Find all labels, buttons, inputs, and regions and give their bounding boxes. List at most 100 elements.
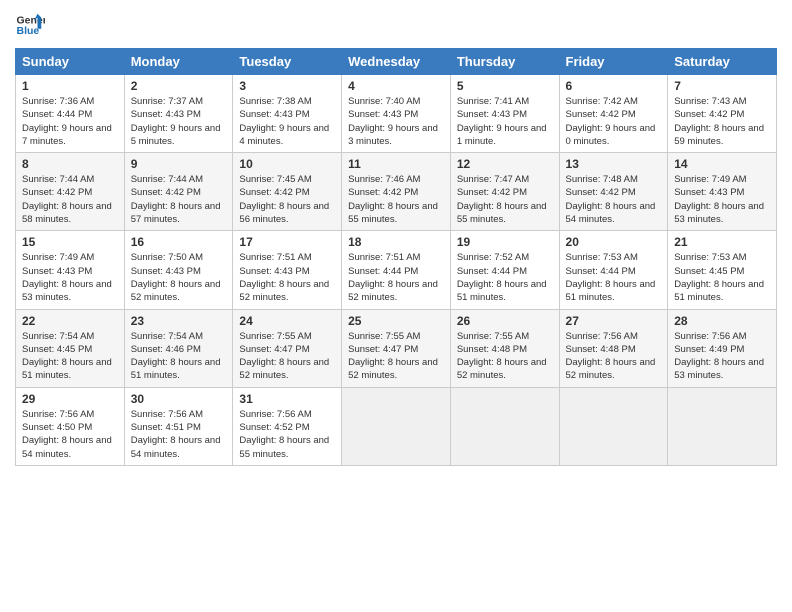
day-info: Sunrise: 7:43 AM Sunset: 4:42 PM Dayligh… bbox=[674, 95, 770, 148]
header: General Blue bbox=[15, 10, 777, 40]
col-header-sunday: Sunday bbox=[16, 49, 125, 75]
col-header-tuesday: Tuesday bbox=[233, 49, 342, 75]
calendar-cell bbox=[668, 387, 777, 465]
day-info: Sunrise: 7:55 AM Sunset: 4:48 PM Dayligh… bbox=[457, 330, 553, 383]
day-number: 10 bbox=[239, 157, 335, 171]
calendar-header-row: SundayMondayTuesdayWednesdayThursdayFrid… bbox=[16, 49, 777, 75]
calendar-cell: 14 Sunrise: 7:49 AM Sunset: 4:43 PM Dayli… bbox=[668, 153, 777, 231]
calendar-week-row: 15Sunrise: 7:49 AM Sunset: 4:43 PM Dayli… bbox=[16, 231, 777, 309]
calendar-cell: 5 Sunrise: 7:41 AM Sunset: 4:43 PM Daylig… bbox=[450, 75, 559, 153]
day-number: 19 bbox=[457, 235, 553, 249]
calendar-cell bbox=[450, 387, 559, 465]
day-number: 22 bbox=[22, 314, 118, 328]
day-number: 21 bbox=[674, 235, 770, 249]
calendar-cell: 21 Sunrise: 7:53 AM Sunset: 4:45 PM Dayli… bbox=[668, 231, 777, 309]
day-number: 11 bbox=[348, 157, 444, 171]
day-number: 4 bbox=[348, 79, 444, 93]
day-info: Sunrise: 7:55 AM Sunset: 4:47 PM Dayligh… bbox=[239, 330, 335, 383]
day-number: 24 bbox=[239, 314, 335, 328]
calendar-cell: 4Sunrise: 7:40 AM Sunset: 4:43 PM Daylig… bbox=[342, 75, 451, 153]
day-info: Sunrise: 7:56 AM Sunset: 4:51 PM Dayligh… bbox=[131, 408, 227, 461]
day-number: 30 bbox=[131, 392, 227, 406]
col-header-friday: Friday bbox=[559, 49, 668, 75]
day-info: Sunrise: 7:45 AM Sunset: 4:42 PM Dayligh… bbox=[239, 173, 335, 226]
calendar-cell: 24 Sunrise: 7:55 AM Sunset: 4:47 PM Dayli… bbox=[233, 309, 342, 387]
day-info: Sunrise: 7:56 AM Sunset: 4:52 PM Dayligh… bbox=[239, 408, 335, 461]
day-info: Sunrise: 7:56 AM Sunset: 4:49 PM Dayligh… bbox=[674, 330, 770, 383]
day-number: 7 bbox=[674, 79, 770, 93]
day-number: 14 bbox=[674, 157, 770, 171]
day-info: Sunrise: 7:37 AM Sunset: 4:43 PM Dayligh… bbox=[131, 95, 227, 148]
day-number: 26 bbox=[457, 314, 553, 328]
day-number: 1 bbox=[22, 79, 118, 93]
calendar-cell bbox=[559, 387, 668, 465]
day-info: Sunrise: 7:56 AM Sunset: 4:50 PM Dayligh… bbox=[22, 408, 118, 461]
calendar-cell: 27 Sunrise: 7:56 AM Sunset: 4:48 PM Dayli… bbox=[559, 309, 668, 387]
calendar-week-row: 22 Sunrise: 7:54 AM Sunset: 4:45 PM Dayli… bbox=[16, 309, 777, 387]
day-info: Sunrise: 7:44 AM Sunset: 4:42 PM Dayligh… bbox=[22, 173, 118, 226]
calendar-body: 1 Sunrise: 7:36 AM Sunset: 4:44 PM Daylig… bbox=[16, 75, 777, 466]
col-header-monday: Monday bbox=[124, 49, 233, 75]
calendar-cell: 12Sunrise: 7:47 AM Sunset: 4:42 PM Dayli… bbox=[450, 153, 559, 231]
calendar-cell: 22 Sunrise: 7:54 AM Sunset: 4:45 PM Dayli… bbox=[16, 309, 125, 387]
day-number: 20 bbox=[566, 235, 662, 249]
day-number: 13 bbox=[566, 157, 662, 171]
svg-text:Blue: Blue bbox=[17, 25, 40, 37]
day-info: Sunrise: 7:48 AM Sunset: 4:42 PM Dayligh… bbox=[566, 173, 662, 226]
calendar-cell: 25 Sunrise: 7:55 AM Sunset: 4:47 PM Dayli… bbox=[342, 309, 451, 387]
calendar-cell: 3 Sunrise: 7:38 AM Sunset: 4:43 PM Daylig… bbox=[233, 75, 342, 153]
calendar-cell: 13 Sunrise: 7:48 AM Sunset: 4:42 PM Dayli… bbox=[559, 153, 668, 231]
calendar-cell: 7 Sunrise: 7:43 AM Sunset: 4:42 PM Daylig… bbox=[668, 75, 777, 153]
calendar-cell: 8 Sunrise: 7:44 AM Sunset: 4:42 PM Daylig… bbox=[16, 153, 125, 231]
day-info: Sunrise: 7:36 AM Sunset: 4:44 PM Dayligh… bbox=[22, 95, 118, 148]
logo-icon: General Blue bbox=[15, 10, 45, 40]
calendar-week-row: 1 Sunrise: 7:36 AM Sunset: 4:44 PM Daylig… bbox=[16, 75, 777, 153]
day-info: Sunrise: 7:41 AM Sunset: 4:43 PM Dayligh… bbox=[457, 95, 553, 148]
day-info: Sunrise: 7:38 AM Sunset: 4:43 PM Dayligh… bbox=[239, 95, 335, 148]
calendar-cell: 19 Sunrise: 7:52 AM Sunset: 4:44 PM Dayli… bbox=[450, 231, 559, 309]
day-info: Sunrise: 7:51 AM Sunset: 4:43 PM Dayligh… bbox=[239, 251, 335, 304]
calendar-cell: 6 Sunrise: 7:42 AM Sunset: 4:42 PM Daylig… bbox=[559, 75, 668, 153]
day-number: 8 bbox=[22, 157, 118, 171]
day-number: 27 bbox=[566, 314, 662, 328]
day-info: Sunrise: 7:50 AM Sunset: 4:43 PM Dayligh… bbox=[131, 251, 227, 304]
day-info: Sunrise: 7:56 AM Sunset: 4:48 PM Dayligh… bbox=[566, 330, 662, 383]
calendar-cell: 28 Sunrise: 7:56 AM Sunset: 4:49 PM Dayli… bbox=[668, 309, 777, 387]
calendar-cell: 11Sunrise: 7:46 AM Sunset: 4:42 PM Dayli… bbox=[342, 153, 451, 231]
day-info: Sunrise: 7:49 AM Sunset: 4:43 PM Dayligh… bbox=[674, 173, 770, 226]
day-number: 23 bbox=[131, 314, 227, 328]
day-number: 5 bbox=[457, 79, 553, 93]
day-number: 6 bbox=[566, 79, 662, 93]
day-number: 3 bbox=[239, 79, 335, 93]
day-info: Sunrise: 7:47 AM Sunset: 4:42 PM Dayligh… bbox=[457, 173, 553, 226]
day-number: 29 bbox=[22, 392, 118, 406]
calendar-cell: 30 Sunrise: 7:56 AM Sunset: 4:51 PM Dayli… bbox=[124, 387, 233, 465]
day-number: 18 bbox=[348, 235, 444, 249]
day-number: 25 bbox=[348, 314, 444, 328]
day-info: Sunrise: 7:54 AM Sunset: 4:46 PM Dayligh… bbox=[131, 330, 227, 383]
calendar-cell: 15Sunrise: 7:49 AM Sunset: 4:43 PM Dayli… bbox=[16, 231, 125, 309]
day-info: Sunrise: 7:53 AM Sunset: 4:45 PM Dayligh… bbox=[674, 251, 770, 304]
day-info: Sunrise: 7:52 AM Sunset: 4:44 PM Dayligh… bbox=[457, 251, 553, 304]
calendar-cell: 16Sunrise: 7:50 AM Sunset: 4:43 PM Dayli… bbox=[124, 231, 233, 309]
col-header-thursday: Thursday bbox=[450, 49, 559, 75]
calendar-cell: 10 Sunrise: 7:45 AM Sunset: 4:42 PM Dayli… bbox=[233, 153, 342, 231]
calendar-cell: 23 Sunrise: 7:54 AM Sunset: 4:46 PM Dayli… bbox=[124, 309, 233, 387]
calendar-week-row: 8 Sunrise: 7:44 AM Sunset: 4:42 PM Daylig… bbox=[16, 153, 777, 231]
day-info: Sunrise: 7:54 AM Sunset: 4:45 PM Dayligh… bbox=[22, 330, 118, 383]
calendar-cell: 20 Sunrise: 7:53 AM Sunset: 4:44 PM Dayli… bbox=[559, 231, 668, 309]
calendar-cell: 31Sunrise: 7:56 AM Sunset: 4:52 PM Dayli… bbox=[233, 387, 342, 465]
calendar-cell: 29 Sunrise: 7:56 AM Sunset: 4:50 PM Dayli… bbox=[16, 387, 125, 465]
day-info: Sunrise: 7:53 AM Sunset: 4:44 PM Dayligh… bbox=[566, 251, 662, 304]
day-info: Sunrise: 7:51 AM Sunset: 4:44 PM Dayligh… bbox=[348, 251, 444, 304]
col-header-wednesday: Wednesday bbox=[342, 49, 451, 75]
day-info: Sunrise: 7:55 AM Sunset: 4:47 PM Dayligh… bbox=[348, 330, 444, 383]
day-number: 28 bbox=[674, 314, 770, 328]
calendar-cell: 1 Sunrise: 7:36 AM Sunset: 4:44 PM Daylig… bbox=[16, 75, 125, 153]
day-number: 2 bbox=[131, 79, 227, 93]
col-header-saturday: Saturday bbox=[668, 49, 777, 75]
calendar-cell: 26 Sunrise: 7:55 AM Sunset: 4:48 PM Dayli… bbox=[450, 309, 559, 387]
day-info: Sunrise: 7:49 AM Sunset: 4:43 PM Dayligh… bbox=[22, 251, 118, 304]
day-info: Sunrise: 7:44 AM Sunset: 4:42 PM Dayligh… bbox=[131, 173, 227, 226]
day-info: Sunrise: 7:42 AM Sunset: 4:42 PM Dayligh… bbox=[566, 95, 662, 148]
